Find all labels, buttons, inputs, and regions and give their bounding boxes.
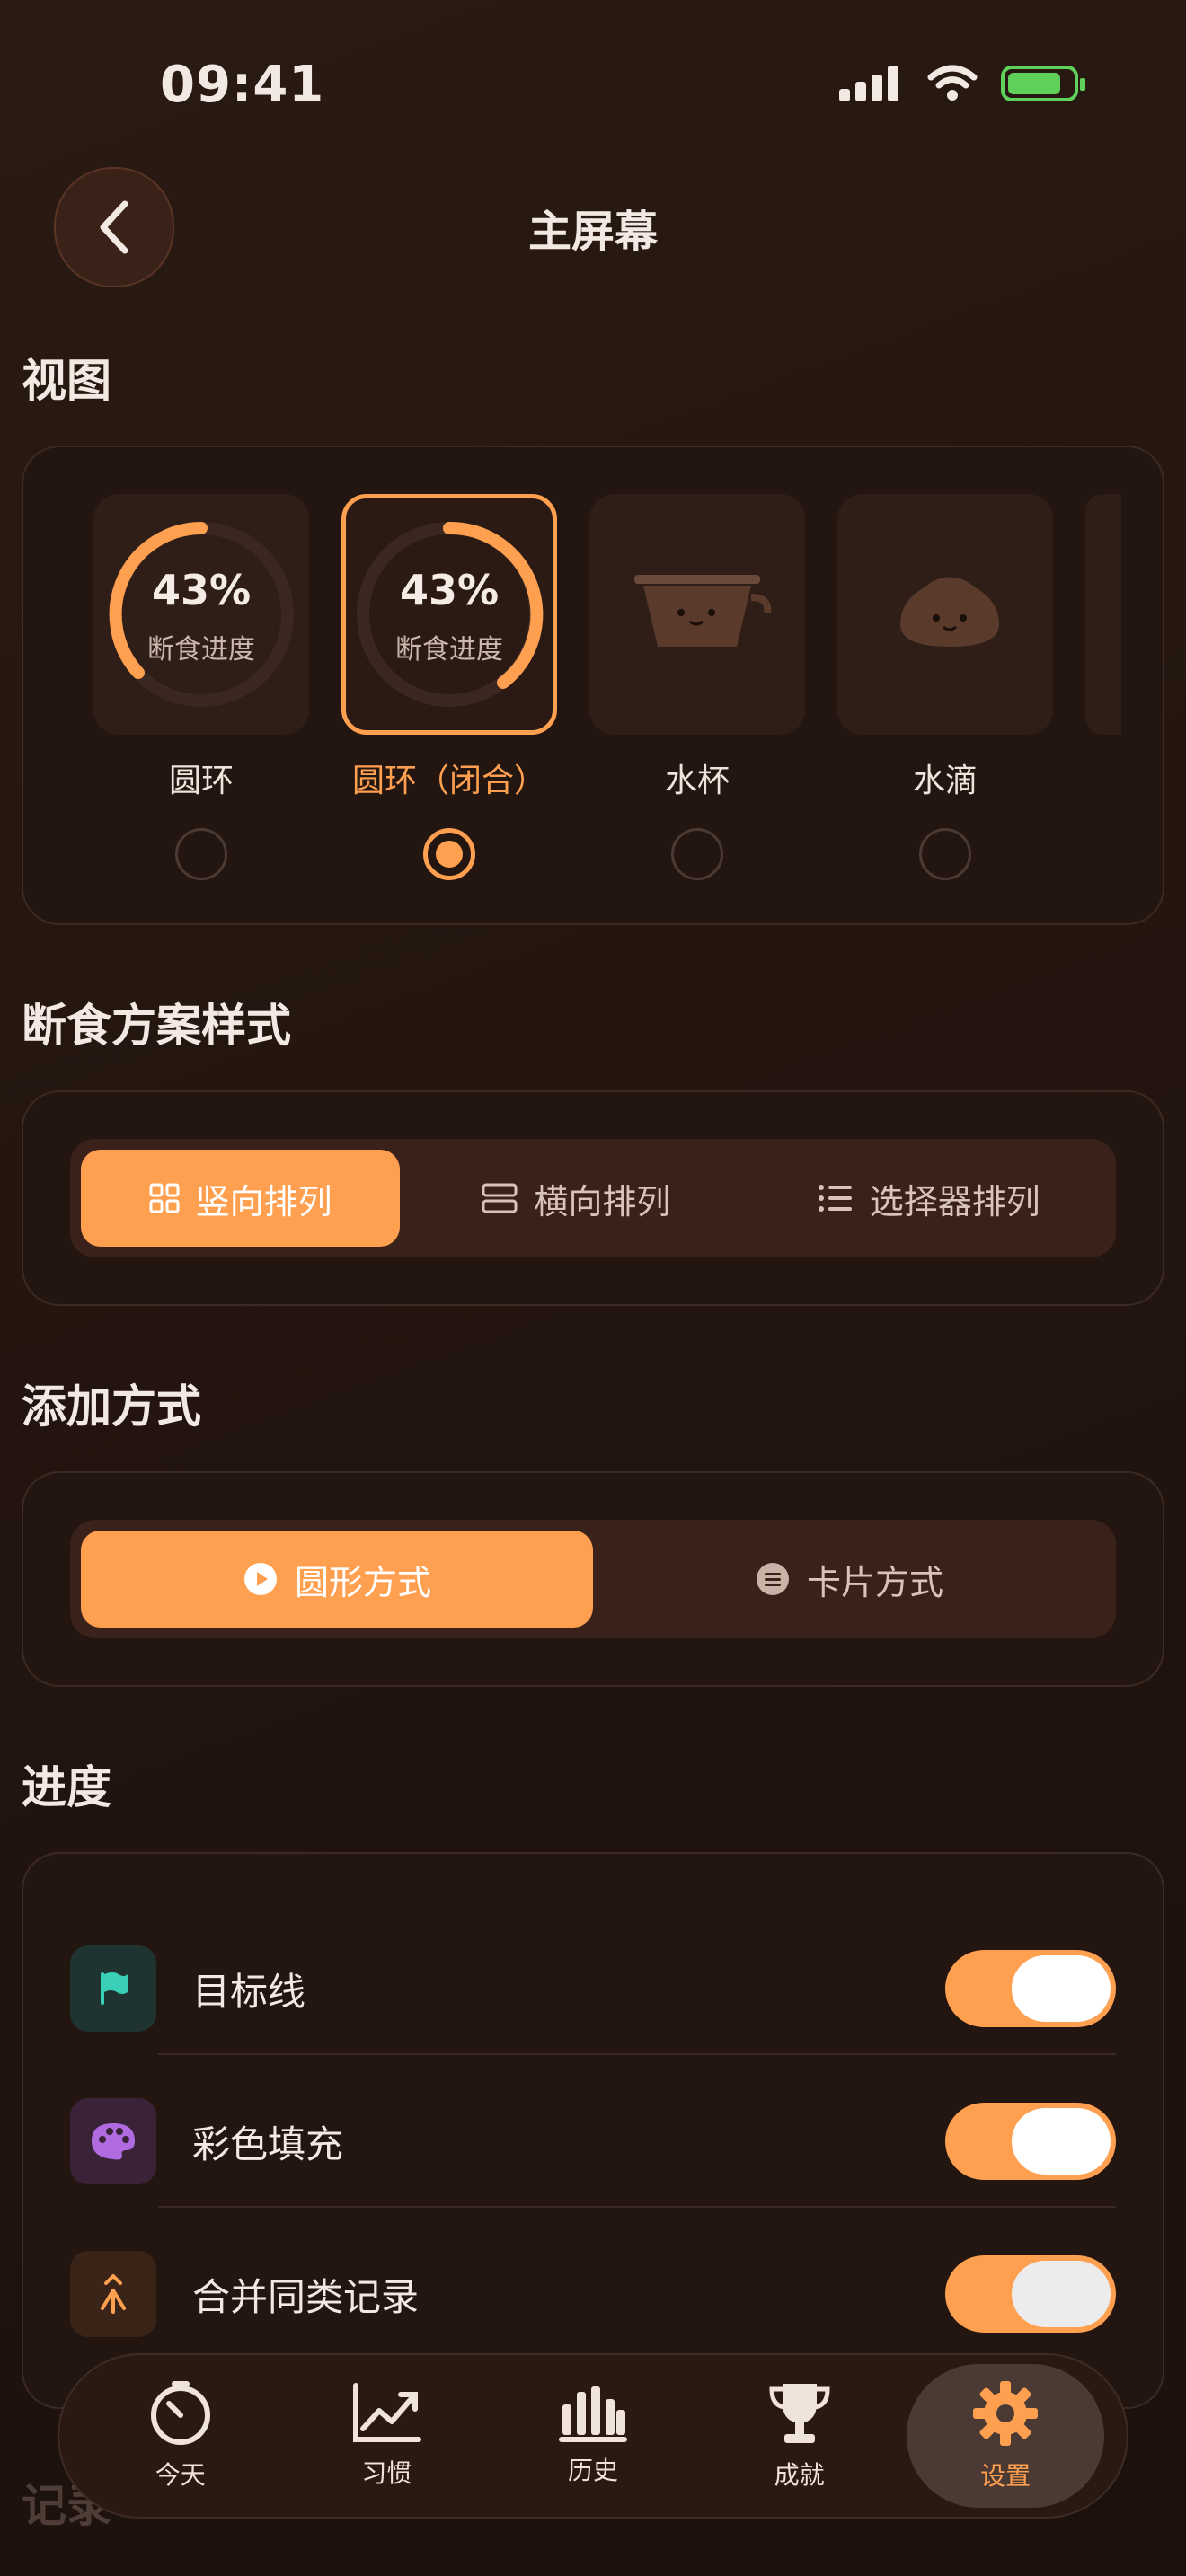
view-label: 水滴 (912, 763, 978, 799)
palette-icon (70, 2098, 156, 2184)
view-radio[interactable] (919, 828, 971, 880)
view-thumb (589, 494, 805, 735)
seg-vertical[interactable]: 竖向排列 (81, 1150, 401, 1247)
timer-icon (150, 2381, 210, 2445)
view-radio[interactable] (671, 828, 723, 880)
progress-card: 目标线 彩色填充 合并同类记录 (22, 1852, 1164, 2409)
tab-settings[interactable]: 设置 (907, 2364, 1105, 2508)
list-circle-icon (756, 1563, 789, 1595)
gear-icon (973, 2381, 1039, 2446)
plan-style-segmented: 竖向排列 横向排列 选择器排列 (70, 1139, 1116, 1257)
section-title-add-mode: 添加方式 (22, 1381, 201, 1433)
plan-style-card: 竖向排列 横向排列 选择器排列 (22, 1090, 1164, 1306)
view-label: 圆环（闭合） (351, 763, 546, 799)
view-radio[interactable] (175, 828, 227, 880)
signal-icon (839, 66, 904, 101)
toggle-merge-records[interactable] (945, 2255, 1116, 2333)
toggle-target-line[interactable] (945, 1950, 1116, 2027)
battery-icon (1001, 66, 1085, 101)
list-icon (818, 1185, 852, 1212)
view-label: 水杯 (664, 763, 730, 799)
tab-today[interactable]: 今天 (82, 2364, 279, 2508)
view-thumb: 43% 断食进度 (93, 494, 309, 735)
status-time: 09:41 (160, 56, 325, 114)
tab-bar: 今天 习惯 历史 成就 设置 (58, 2353, 1128, 2519)
grid-icon (149, 1183, 180, 1213)
view-thumb: 43% 断食进度 (341, 494, 557, 735)
view-thumb-overflow (1085, 494, 1121, 735)
view-card: 43% 断食进度 圆环 43% 断食进度 圆环（闭合） 水杯 水滴 (22, 446, 1164, 925)
seg-card[interactable]: 卡片方式 (593, 1531, 1105, 1628)
add-mode-segmented: 圆形方式 卡片方式 (70, 1520, 1116, 1638)
view-radio-selected[interactable] (423, 828, 475, 880)
tab-history[interactable]: 历史 (494, 2364, 692, 2508)
view-label: 圆环 (168, 763, 234, 799)
merge-icon (70, 2251, 156, 2337)
bar-chart-icon (558, 2386, 627, 2442)
play-circle-icon (243, 1563, 277, 1595)
section-title-view: 视图 (22, 355, 111, 407)
view-option-ring-closed[interactable]: 43% 断食进度 圆环（闭合） (341, 494, 557, 880)
view-option-cup[interactable]: 水杯 (589, 494, 805, 880)
seg-circle[interactable]: 圆形方式 (81, 1531, 593, 1628)
row-merge-records: 合并同类记录 (70, 2240, 1116, 2348)
seg-horizontal[interactable]: 横向排列 (400, 1150, 752, 1247)
row-color-fill: 彩色填充 (70, 2087, 1116, 2195)
status-icons (839, 65, 1085, 102)
view-option-drop[interactable]: 水滴 (837, 494, 1053, 880)
view-thumb (837, 494, 1053, 735)
chart-line-icon (353, 2383, 422, 2442)
add-mode-card: 圆形方式 卡片方式 (22, 1471, 1164, 1687)
seg-picker[interactable]: 选择器排列 (753, 1150, 1105, 1247)
trophy-icon (769, 2384, 830, 2443)
flag-icon (70, 1945, 156, 2032)
cup-icon (634, 575, 772, 647)
row-target-line: 目标线 (70, 1935, 1116, 2042)
drop-icon (900, 577, 999, 647)
tab-habits[interactable]: 习惯 (288, 2364, 485, 2508)
view-option-ring[interactable]: 43% 断食进度 圆环 (93, 494, 309, 880)
wifi-icon (927, 65, 978, 101)
page-title: 主屏幕 (527, 207, 658, 257)
tab-achievements[interactable]: 成就 (701, 2364, 898, 2508)
rows-icon (482, 1183, 518, 1213)
section-title-progress: 进度 (22, 1761, 111, 1813)
section-title-plan-style: 断食方案样式 (22, 1000, 291, 1052)
toggle-color-fill[interactable] (945, 2103, 1116, 2180)
